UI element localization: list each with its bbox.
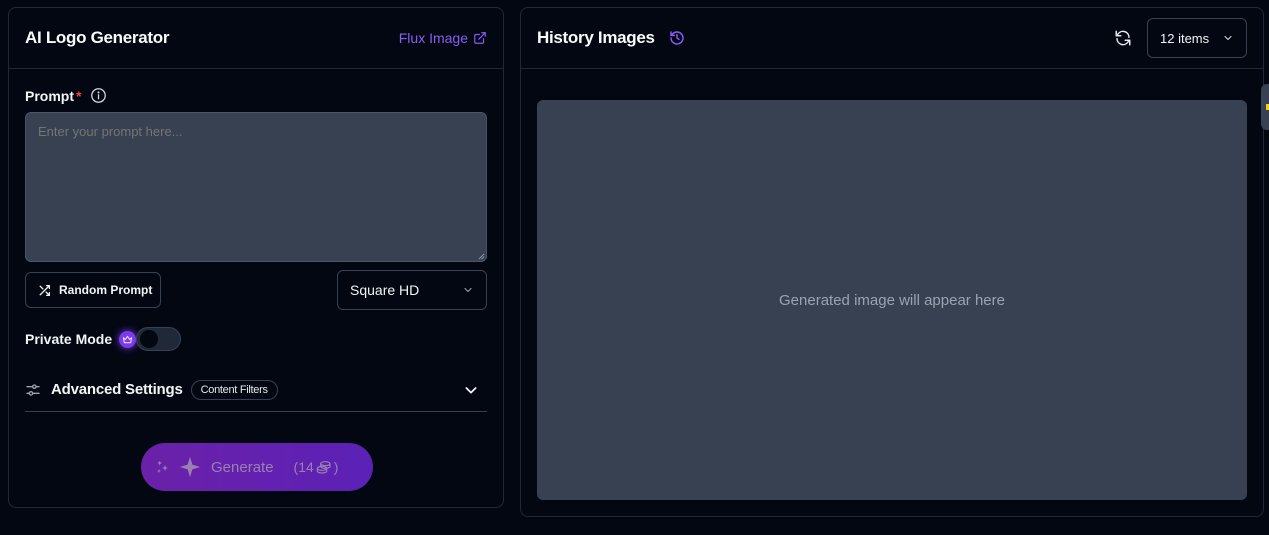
items-select-value: 12 items bbox=[1160, 30, 1210, 46]
generate-label: Generate bbox=[211, 458, 274, 476]
random-prompt-button[interactable]: Random Prompt bbox=[25, 272, 161, 308]
image-size-select[interactable]: Square HD bbox=[337, 270, 487, 310]
generator-panel: AI Logo Generator Flux Image Prompt * Ra… bbox=[8, 7, 504, 508]
private-mode-label: Private Mode bbox=[25, 331, 113, 347]
prompt-label-row: Prompt * bbox=[25, 87, 107, 104]
cost-close: ) bbox=[333, 459, 339, 475]
chevron-down-icon bbox=[1224, 35, 1232, 41]
toggle-knob bbox=[140, 330, 159, 348]
sparkle-icon bbox=[179, 456, 201, 478]
chevron-down-icon bbox=[464, 287, 472, 293]
image-placeholder-text: Generated image will appear here bbox=[779, 291, 1005, 309]
advanced-settings-label: Advanced Settings bbox=[51, 381, 183, 398]
shuffle-icon bbox=[39, 284, 51, 296]
history-icon bbox=[669, 31, 684, 45]
history-panel: History Images 12 items Generated image … bbox=[520, 7, 1264, 517]
sparkles-icon bbox=[157, 460, 168, 473]
history-title: History Images bbox=[537, 28, 655, 47]
private-mode-toggle[interactable] bbox=[136, 327, 182, 351]
refresh-icon[interactable] bbox=[1114, 29, 1132, 47]
resize-grip-icon[interactable] bbox=[478, 253, 485, 260]
cost-amount: (14 bbox=[293, 459, 314, 475]
sliders-icon bbox=[26, 383, 40, 396]
generate-button[interactable]: Generate (14 ) bbox=[141, 443, 373, 491]
random-prompt-label: Random Prompt bbox=[59, 283, 153, 297]
required-mark: * bbox=[76, 87, 82, 104]
external-link-icon bbox=[474, 32, 486, 44]
items-per-page-select[interactable]: 12 items bbox=[1147, 18, 1247, 58]
generator-header: AI Logo Generator Flux Image bbox=[9, 8, 503, 69]
flux-image-link-label: Flux Image bbox=[398, 30, 468, 46]
image-size-value: Square HD bbox=[350, 282, 420, 298]
prompt-label: Prompt bbox=[25, 87, 74, 104]
advanced-settings-row[interactable]: Advanced Settings Content Filters bbox=[25, 372, 487, 412]
content-filters-badge: Content Filters bbox=[190, 379, 278, 400]
info-icon[interactable] bbox=[90, 87, 107, 104]
flux-image-link[interactable]: Flux Image bbox=[399, 30, 487, 46]
panel-title: AI Logo Generator bbox=[25, 28, 170, 47]
private-mode-row: Private Mode bbox=[25, 327, 182, 351]
chevron-down-icon bbox=[465, 386, 477, 394]
generate-cost: (14 ) bbox=[294, 459, 339, 475]
image-preview-area: Generated image will appear here bbox=[537, 100, 1247, 500]
prompt-input[interactable] bbox=[25, 112, 487, 262]
history-header: History Images 12 items bbox=[521, 8, 1263, 69]
crown-icon bbox=[119, 330, 137, 348]
coins-icon bbox=[316, 461, 331, 474]
